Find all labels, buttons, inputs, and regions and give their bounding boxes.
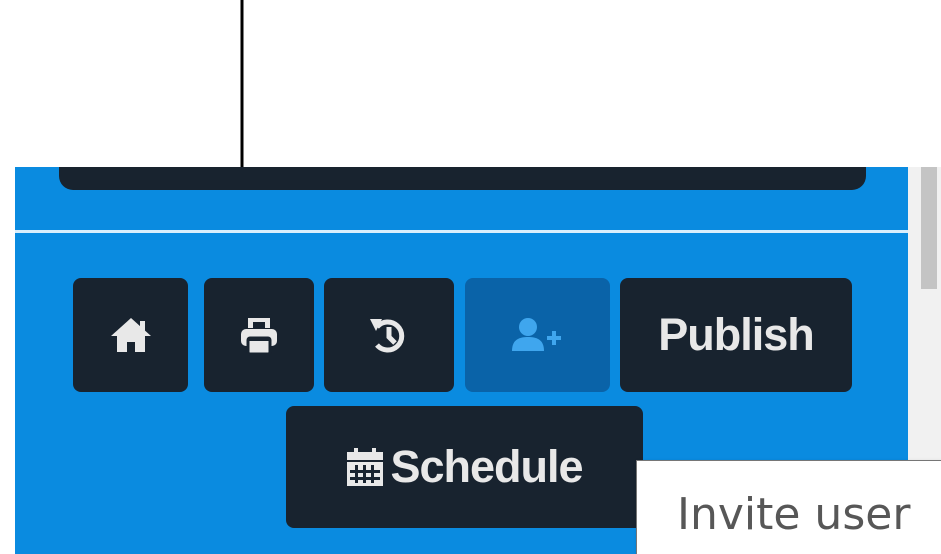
scrollbar-thumb[interactable] xyxy=(921,167,937,289)
print-icon xyxy=(241,318,277,356)
top-bar xyxy=(59,167,866,190)
history-icon xyxy=(370,319,405,353)
schedule-label: Schedule xyxy=(390,441,583,492)
invite-user-button[interactable] xyxy=(465,278,610,392)
toolbar-divider xyxy=(15,230,908,233)
home-button[interactable] xyxy=(73,278,188,392)
schedule-button[interactable]: Schedule xyxy=(286,406,643,528)
invite-user-tooltip: Invite user xyxy=(636,460,941,554)
publish-button[interactable]: Publish xyxy=(620,278,852,392)
history-button[interactable] xyxy=(324,278,454,392)
publish-label: Publish xyxy=(658,309,815,360)
home-icon xyxy=(110,318,151,352)
page: Publish Schedule Invite user xyxy=(0,0,941,554)
calendar-icon xyxy=(347,448,384,486)
print-button[interactable] xyxy=(204,278,314,392)
user-plus-icon xyxy=(511,318,561,351)
tooltip-text: Invite user xyxy=(677,489,911,540)
